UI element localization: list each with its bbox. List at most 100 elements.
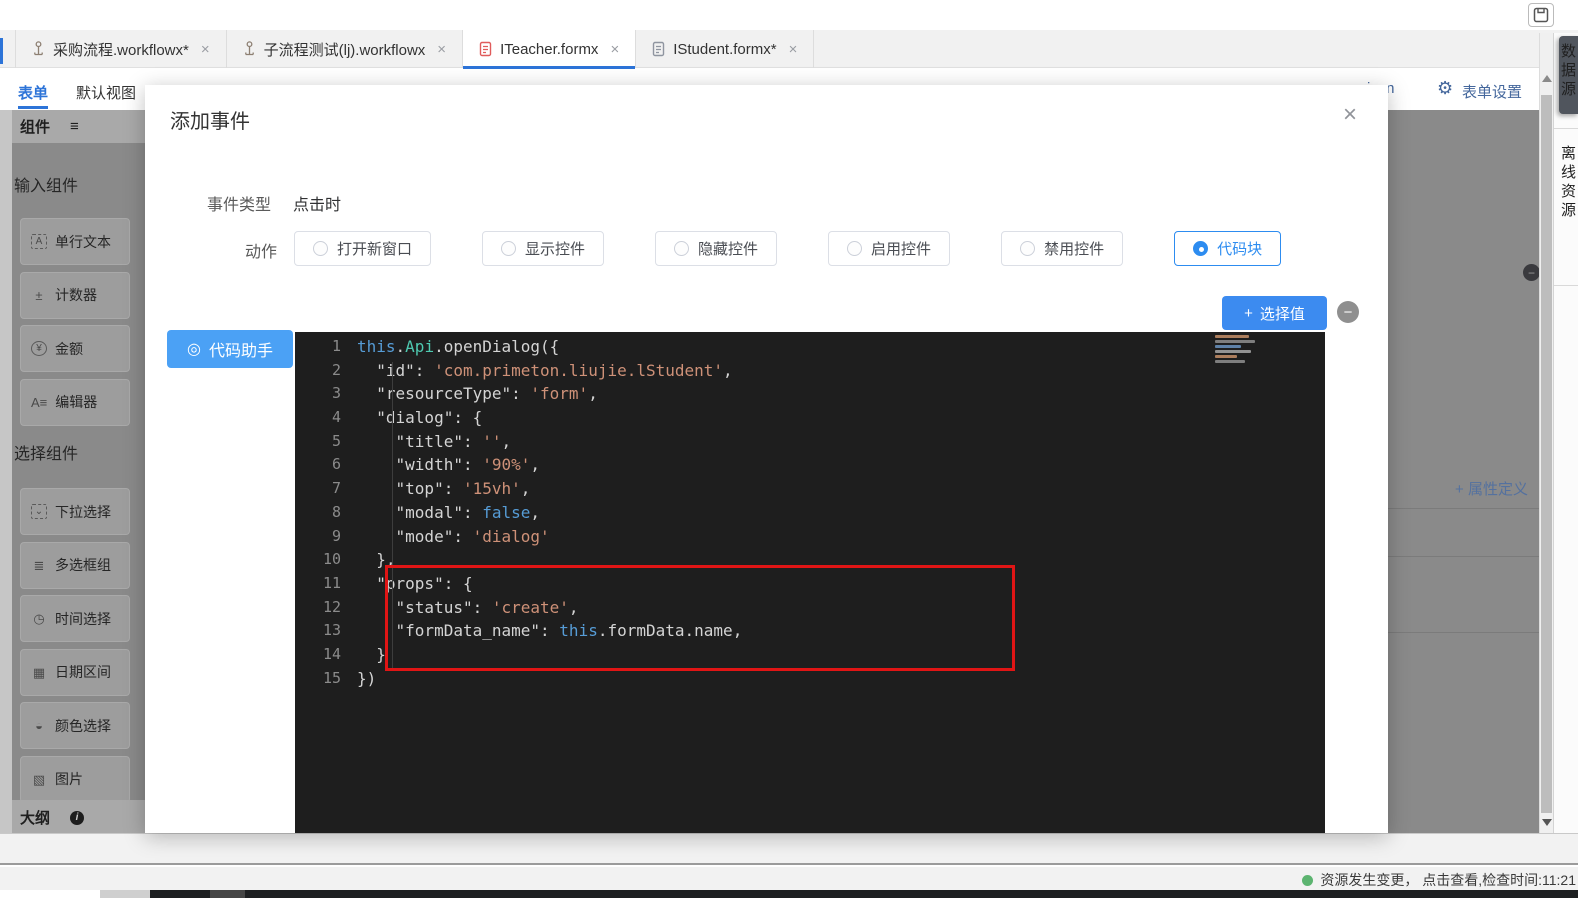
component-label: 单行文本	[55, 232, 111, 252]
radio-icon	[1193, 241, 1208, 256]
dropdown-select-icon: ⌄	[31, 504, 47, 519]
vertical-tab-data-source[interactable]: 数据源	[1557, 43, 1578, 100]
component-item-金额[interactable]: ¥ 金额	[20, 325, 130, 372]
line-number: 6	[295, 453, 357, 477]
scrollbar-thumb[interactable]	[1541, 95, 1552, 813]
action-option-label: 隐藏控件	[698, 238, 758, 259]
action-option-隐藏控件[interactable]: 隐藏控件	[655, 231, 777, 266]
code-line: 2 "id": 'com.primeton.liujie.lStudent',	[295, 359, 1325, 383]
color-picker-icon: ◒	[31, 719, 47, 732]
resource-change-notice[interactable]: 资源发生变更， 点击查看,检查时间:11:21	[1302, 870, 1576, 890]
component-item-日期区间[interactable]: ▦日期区间	[20, 649, 130, 696]
action-option-label: 启用控件	[871, 238, 931, 259]
action-option-label: 打开新窗口	[337, 238, 412, 259]
left-toolbar: 表单 默认视图	[0, 68, 145, 110]
outline-label: 大纲	[20, 807, 50, 828]
time-picker-icon: ◷	[31, 612, 47, 625]
action-option-代码块[interactable]: 代码块	[1174, 231, 1281, 266]
action-option-打开新窗口[interactable]: 打开新窗口	[294, 231, 431, 266]
close-icon[interactable]: ×	[610, 41, 619, 58]
gear-icon[interactable]: ⚙	[1437, 78, 1453, 99]
hamburger-icon: ≡	[70, 118, 79, 135]
tab-子流程测试(lj).workflowx[interactable]: 子流程测试(lj).workflowx ×	[227, 30, 463, 68]
component-label: 金额	[55, 339, 83, 359]
taskbar-sliver	[150, 890, 1578, 898]
component-item-颜色选择[interactable]: ◒ 颜色选择	[20, 702, 130, 749]
status-dot-icon	[1302, 875, 1313, 886]
component-label: 颜色选择	[55, 716, 111, 736]
right-rail: 数据源离线资源	[1553, 33, 1578, 835]
tab-ITeacher.formx[interactable]: ITeacher.formx×	[463, 30, 636, 68]
vertical-tab-offline-resource[interactable]: 离线资源	[1557, 145, 1578, 221]
target-icon: ◎	[187, 339, 201, 359]
rail-divider	[1554, 285, 1578, 286]
component-item-时间选择[interactable]: ◷ 时间选择	[20, 595, 130, 642]
bottom-bar-segment	[100, 890, 150, 898]
editor-icon: A≡	[31, 396, 47, 409]
footer-strip	[0, 833, 1578, 865]
property-panel-dimmed: + 属性定义 −	[1388, 110, 1540, 835]
scroll-up-icon[interactable]	[1542, 75, 1552, 82]
line-number: 12	[295, 596, 357, 620]
component-item-多选框组[interactable]: ≣多选框组	[20, 542, 130, 589]
sidebar-gutter	[0, 110, 12, 835]
code-editor[interactable]: 1this.Api.openDialog({2 "id": 'com.prime…	[295, 332, 1325, 833]
component-item-编辑器[interactable]: A≡编辑器	[20, 379, 130, 426]
component-label: 下拉选择	[55, 502, 111, 522]
close-icon[interactable]: ×	[1343, 103, 1357, 127]
line-number: 7	[295, 477, 357, 501]
save-button[interactable]	[1528, 3, 1554, 27]
row-divider	[1388, 556, 1540, 557]
code-assistant-button[interactable]: ◎ 代码助手	[167, 330, 293, 368]
form-settings-button[interactable]: 表单设置	[1462, 81, 1522, 102]
line-number: 14	[295, 643, 357, 667]
scroll-down-icon[interactable]	[1542, 819, 1552, 826]
select-value-button[interactable]: + 选择值	[1222, 296, 1327, 330]
component-item-计数器[interactable]: ±计数器	[20, 272, 130, 319]
tab-default-view[interactable]: 默认视图	[76, 82, 136, 103]
close-icon[interactable]: ×	[437, 41, 446, 58]
remove-action-button[interactable]: −	[1337, 301, 1359, 323]
action-option-禁用控件[interactable]: 禁用控件	[1001, 231, 1123, 266]
code-line: 1this.Api.openDialog({	[295, 335, 1325, 359]
tab-采购流程.workflowx*[interactable]: 采购流程.workflowx* ×	[15, 30, 227, 68]
money-icon: ¥	[31, 341, 47, 356]
app-window: 采购流程.workflowx*×子流程测试(lj).workflowx×ITea…	[0, 0, 1578, 898]
components-header-label: 组件	[20, 116, 50, 137]
component-item-单行文本[interactable]: A单行文本	[20, 218, 130, 265]
components-panel-header[interactable]: 组件 ≡	[0, 110, 145, 143]
tab-label: 采购流程.workflowx*	[53, 39, 189, 60]
status-message: 资源发生变更， 点击查看,检查时间:11:21	[1320, 870, 1576, 890]
outline-panel-header[interactable]: 大纲 i	[0, 800, 145, 835]
taskbar-item	[210, 890, 245, 898]
line-number: 5	[295, 430, 357, 454]
radio-icon	[1020, 241, 1035, 256]
props-highlight-box	[385, 565, 1015, 671]
vertical-scrollbar[interactable]	[1539, 33, 1553, 835]
minimap[interactable]	[1215, 335, 1257, 375]
remove-icon[interactable]: −	[1523, 264, 1540, 281]
line-number: 10	[295, 548, 357, 572]
action-option-显示控件[interactable]: 显示控件	[482, 231, 604, 266]
tab-accent-edge	[0, 38, 3, 64]
action-label: 动作	[245, 238, 277, 262]
close-icon[interactable]: ×	[789, 41, 798, 58]
property-define-label: 属性定义	[1468, 481, 1528, 498]
code-line: 4 "dialog": {	[295, 406, 1325, 430]
date-range-icon: ▦	[31, 666, 47, 679]
tab-IStudent.formx*[interactable]: IStudent.formx*×	[636, 30, 814, 68]
status-bar: 资源发生变更， 点击查看,检查时间:11:21	[0, 867, 1578, 890]
component-label: 图片	[55, 769, 83, 789]
component-label: 时间选择	[55, 609, 111, 629]
action-option-启用控件[interactable]: 启用控件	[828, 231, 950, 266]
line-number: 1	[295, 335, 357, 359]
component-item-下拉选择[interactable]: ⌄ 下拉选择	[20, 488, 130, 535]
code-line: 5 "title": '',	[295, 430, 1325, 454]
add-property-define-button[interactable]: + 属性定义	[1455, 478, 1528, 499]
close-icon[interactable]: ×	[201, 41, 210, 58]
radio-icon	[501, 241, 516, 256]
component-item-图片[interactable]: ▧图片	[20, 756, 130, 803]
code-assistant-label: 代码助手	[209, 337, 273, 361]
tab-form[interactable]: 表单	[18, 82, 48, 103]
tab-label: 子流程测试(lj).workflowx	[264, 39, 426, 60]
